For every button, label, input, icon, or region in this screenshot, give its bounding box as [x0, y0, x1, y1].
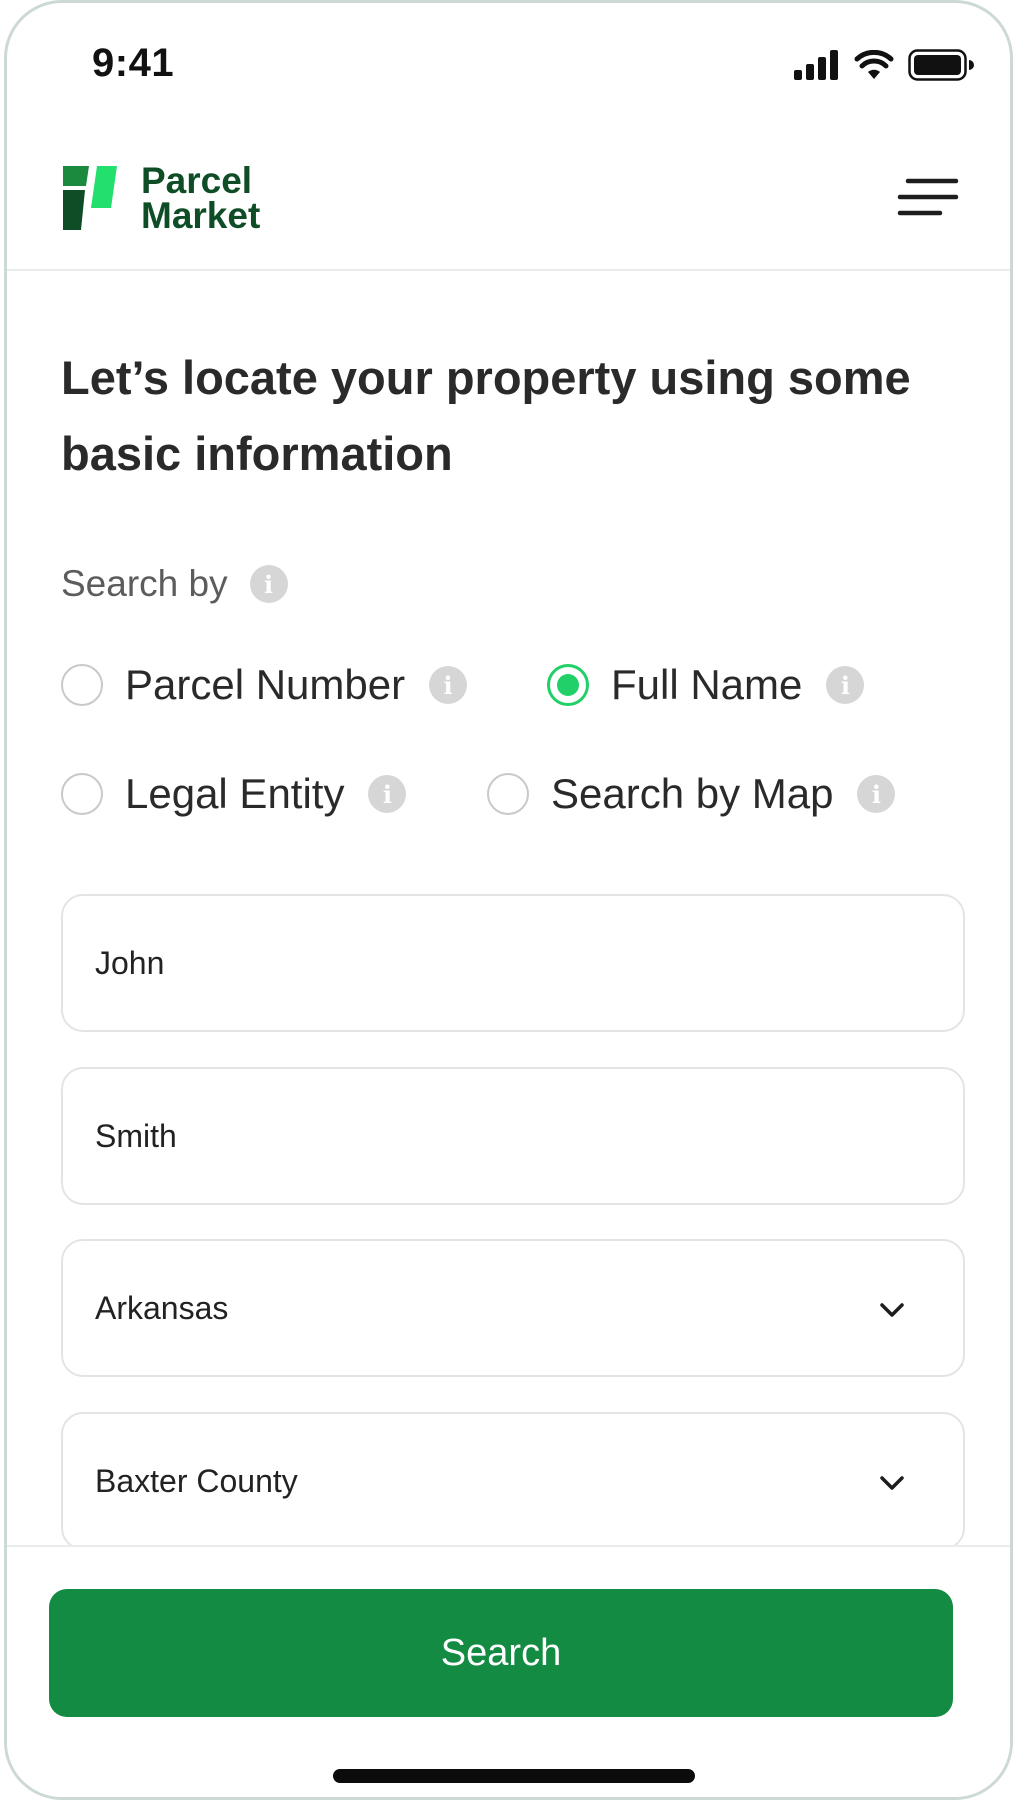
- first-name-input[interactable]: [95, 944, 963, 982]
- phone-frame: 9:41 Parcel Market Let’s locate your pro…: [4, 0, 1013, 1800]
- home-indicator: [333, 1769, 695, 1783]
- search-by-row: Search by i: [61, 563, 288, 605]
- wifi-icon: [854, 50, 894, 79]
- state-select-value: Arkansas: [95, 1289, 229, 1326]
- info-icon[interactable]: i: [857, 775, 896, 813]
- search-button[interactable]: Search: [49, 1589, 953, 1717]
- county-select[interactable]: Baxter County: [61, 1412, 965, 1550]
- first-name-field[interactable]: [61, 894, 965, 1032]
- info-icon[interactable]: i: [429, 666, 468, 704]
- last-name-input[interactable]: [95, 1117, 963, 1155]
- radio-label: Legal Entity: [125, 770, 345, 817]
- brand-name: Parcel Market: [141, 160, 261, 236]
- battery-icon: [908, 49, 974, 81]
- info-icon[interactable]: i: [368, 775, 407, 813]
- state-select[interactable]: Arkansas: [61, 1239, 965, 1377]
- county-select-value: Baxter County: [95, 1462, 298, 1499]
- brand-logo[interactable]: Parcel Market: [59, 160, 261, 236]
- radio-option-full-name[interactable]: Full Name i: [547, 661, 865, 709]
- page-title: Let’s locate your property using some ba…: [61, 351, 911, 480]
- search-by-label: Search by: [61, 563, 228, 604]
- radio-label: Full Name: [611, 661, 803, 708]
- radio-button[interactable]: [61, 664, 103, 706]
- radio-label: Search by Map: [551, 770, 834, 817]
- radio-label: Parcel Number: [125, 661, 406, 708]
- info-icon[interactable]: i: [249, 565, 288, 603]
- radio-button[interactable]: [61, 773, 103, 815]
- cellular-signal-icon: [794, 50, 838, 80]
- radio-option-legal-entity[interactable]: Legal Entity i: [61, 770, 407, 818]
- status-time: 9:41: [92, 41, 175, 85]
- menu-button[interactable]: [896, 175, 960, 219]
- radio-button-selected[interactable]: [547, 664, 589, 706]
- chevron-down-icon: [880, 1476, 904, 1490]
- hamburger-menu-icon: [897, 178, 959, 216]
- radio-button[interactable]: [487, 773, 529, 815]
- radio-option-parcel-number[interactable]: Parcel Number i: [61, 661, 468, 709]
- status-icons: [794, 49, 974, 81]
- bottom-action-bar: Search: [7, 1545, 1010, 1797]
- radio-option-search-by-map[interactable]: Search by Map i: [487, 770, 896, 818]
- brand-name-line1: Parcel: [141, 160, 253, 201]
- parcel-market-logo-icon: [63, 166, 117, 230]
- info-icon[interactable]: i: [826, 666, 865, 704]
- brand-name-line2: Market: [141, 195, 261, 236]
- chevron-down-icon: [880, 1303, 904, 1317]
- app-header: Parcel Market: [7, 133, 1010, 271]
- last-name-field[interactable]: [61, 1067, 965, 1205]
